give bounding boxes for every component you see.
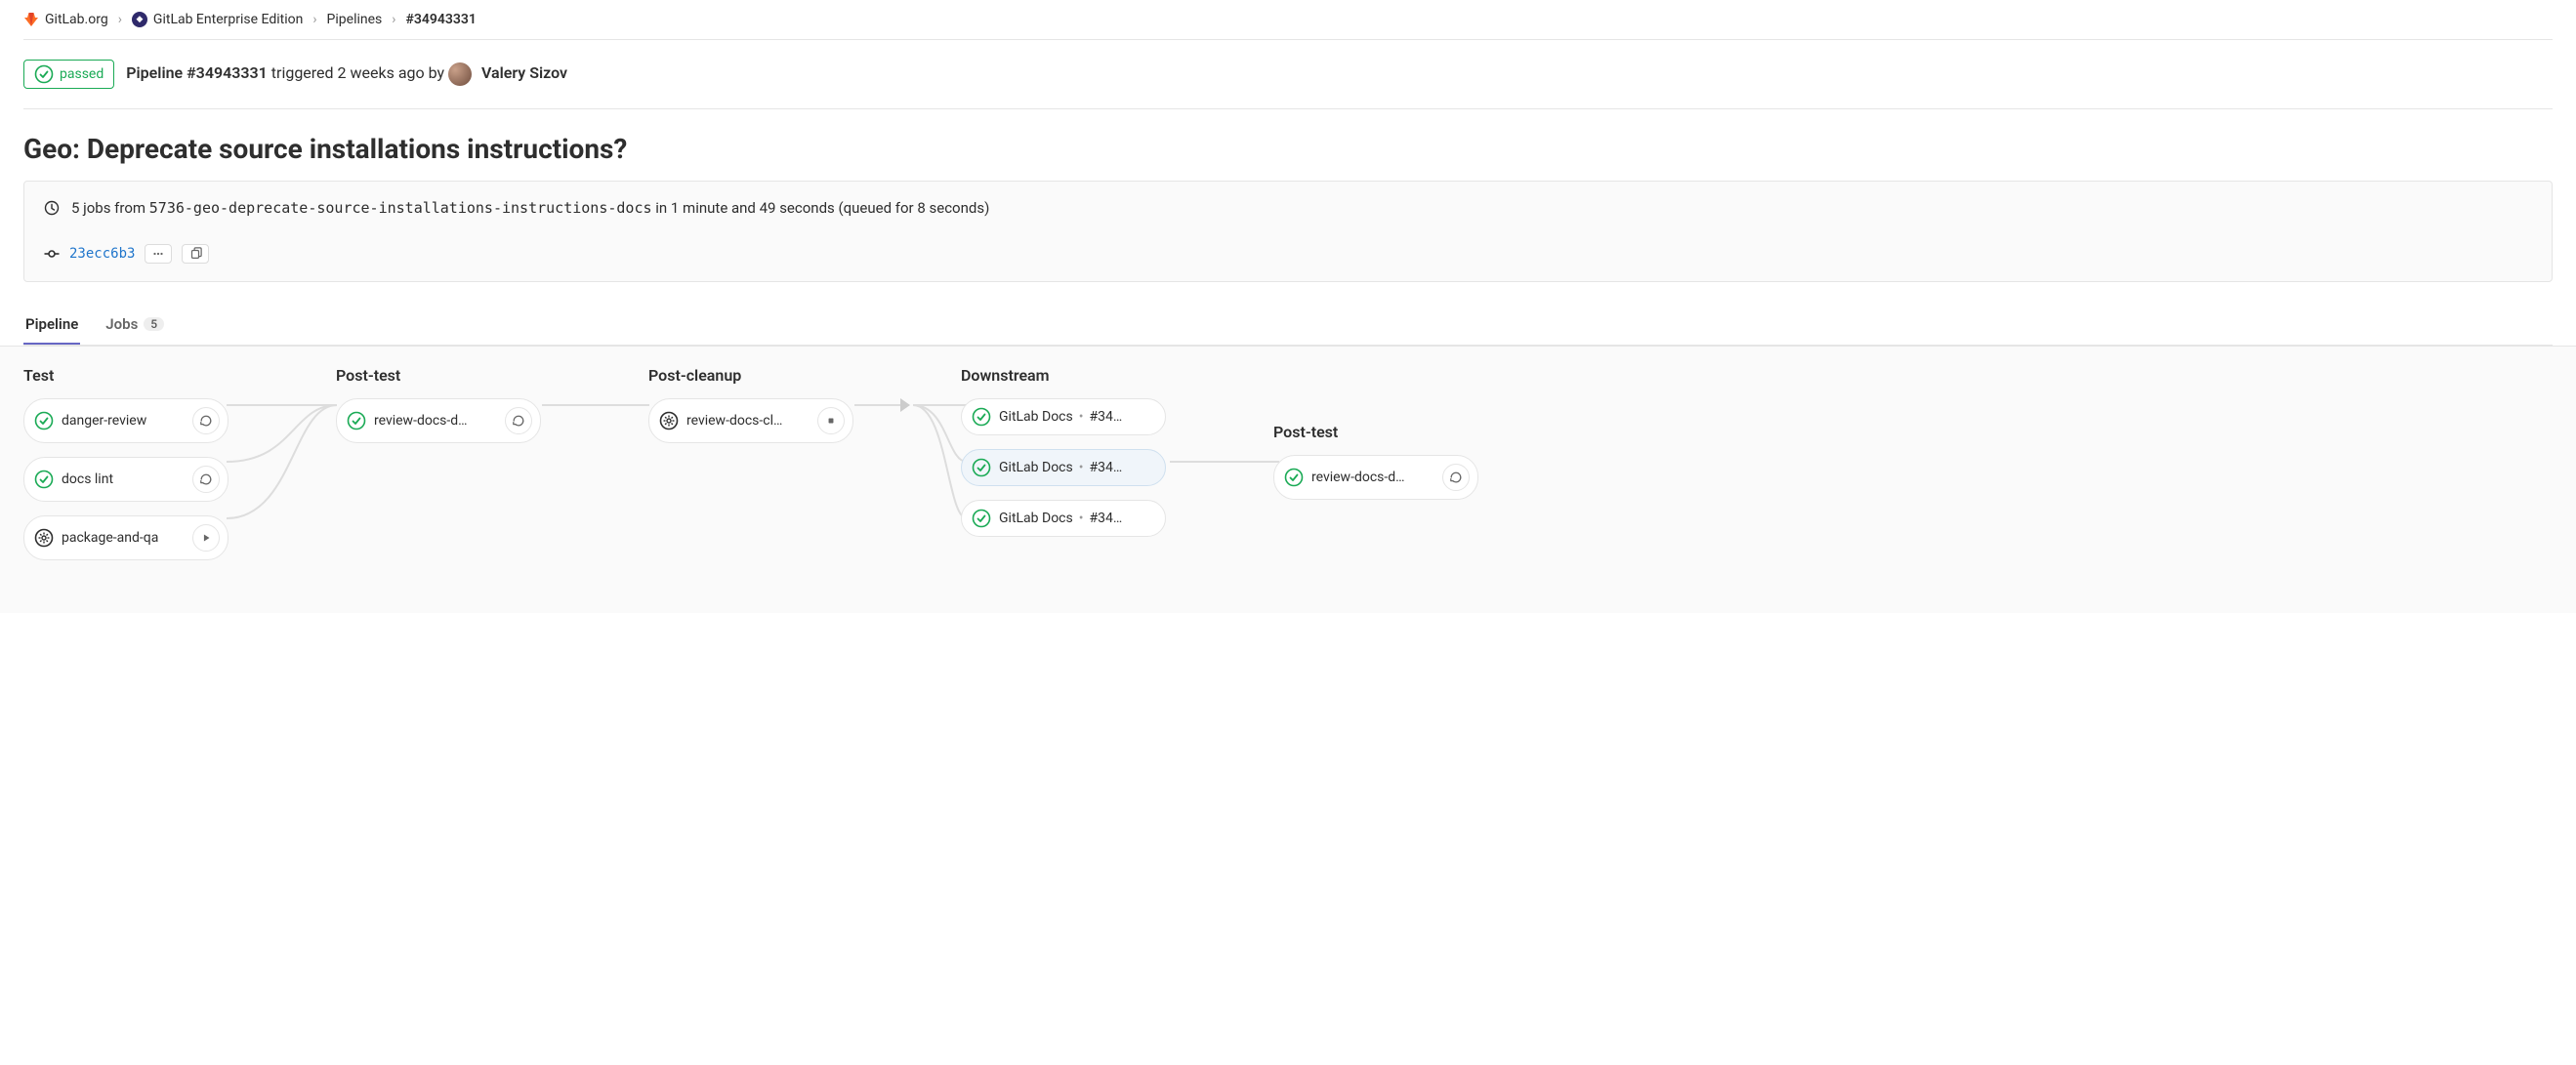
tab-pipeline-label: Pipeline [25, 315, 78, 333]
retry-icon [198, 413, 214, 429]
breadcrumb-section-label: Pipelines [327, 12, 383, 27]
downstream-ref: #34… [1089, 409, 1122, 425]
stop-icon [824, 414, 838, 428]
pipeline-info-box: 5 jobs from 5736-geo-deprecate-source-in… [23, 181, 2553, 282]
job-review-docs-deploy[interactable]: review-docs-d… [336, 398, 541, 443]
gitlab-logo-icon [23, 12, 39, 27]
retry-button[interactable] [192, 407, 220, 434]
tab-jobs-label: Jobs [105, 315, 138, 333]
tab-pipeline[interactable]: Pipeline [23, 306, 80, 345]
retry-button[interactable] [1442, 464, 1470, 491]
check-circle-icon [34, 64, 54, 84]
gear-circle-icon [34, 528, 54, 548]
breadcrumb-org-label: GitLab.org [45, 12, 108, 27]
commit-icon [44, 246, 60, 262]
commit-sha[interactable]: 23ecc6b3 [69, 246, 135, 262]
stage-post-test: Post-test review-docs-d… [336, 366, 541, 457]
job-name: danger-review [62, 413, 146, 429]
breadcrumb-project-label: GitLab Enterprise Edition [153, 12, 303, 27]
breadcrumb-pipelines[interactable]: Pipelines [327, 12, 383, 27]
stage-title: Downstream [961, 366, 1166, 385]
chevron-right-icon: › [118, 12, 122, 27]
tabs: Pipeline Jobs 5 [23, 306, 2553, 346]
check-circle-icon [1284, 468, 1304, 487]
downstream-name: GitLab Docs [999, 409, 1073, 425]
jobs-count-text: 5 jobs from [71, 199, 149, 217]
separator-dot: • [1079, 409, 1084, 425]
separator-dot: • [1079, 460, 1084, 475]
job-docs-lint[interactable]: docs lint [23, 457, 229, 502]
pipeline-title: Geo: Deprecate source installations inst… [23, 109, 2553, 181]
breadcrumb-current: #34943331 [405, 12, 476, 27]
breadcrumb-org[interactable]: GitLab.org [23, 12, 108, 27]
check-circle-icon [972, 458, 991, 477]
stage-downstream-post-test: Post-test review-docs-d… [1273, 423, 1478, 513]
stage-test: Test danger-review docs lint package-an [23, 366, 229, 574]
pipeline-graph: Test danger-review docs lint package-an [0, 346, 2576, 613]
commit-menu-button[interactable] [145, 244, 172, 264]
duration-text: in 1 minute and 49 seconds (queued for 8… [652, 199, 990, 217]
check-circle-icon [34, 470, 54, 489]
job-name: package-and-qa [62, 530, 158, 546]
breadcrumb-project[interactable]: ◆ GitLab Enterprise Edition [132, 12, 303, 27]
ellipsis-icon [151, 247, 165, 261]
pipeline-trigger-text: Pipeline #34943331 triggered 2 weeks ago… [126, 62, 567, 86]
job-review-docs-cleanup[interactable]: review-docs-cl… [648, 398, 853, 443]
commit-row: 23ecc6b3 [44, 244, 2532, 264]
tab-jobs[interactable]: Jobs 5 [104, 306, 166, 345]
status-label: passed [60, 66, 104, 82]
chevron-right-icon: › [312, 12, 316, 27]
stop-button[interactable] [817, 407, 845, 434]
clock-icon [44, 200, 60, 216]
check-circle-icon [34, 411, 54, 430]
retry-icon [1448, 470, 1464, 485]
job-package-and-qa[interactable]: package-and-qa [23, 515, 229, 560]
pipeline-header: passed Pipeline #34943331 triggered 2 we… [23, 40, 2553, 109]
job-danger-review[interactable]: danger-review [23, 398, 229, 443]
stage-title: Post-cleanup [648, 366, 853, 385]
separator-dot: • [1079, 511, 1084, 526]
copy-sha-button[interactable] [182, 244, 209, 264]
downstream-ref: #34… [1089, 460, 1122, 475]
downstream-pipeline-0[interactable]: GitLab Docs • #34… [961, 398, 1166, 435]
stage-post-cleanup: Post-cleanup review-docs-cl… [648, 366, 853, 457]
project-avatar-icon: ◆ [132, 12, 147, 27]
play-icon [199, 531, 213, 545]
stage-title: Post-test [336, 366, 541, 385]
chevron-right-icon: › [392, 12, 395, 27]
check-circle-icon [347, 411, 366, 430]
stage-title: Test [23, 366, 229, 385]
tab-jobs-count: 5 [144, 317, 164, 331]
job-review-docs-deploy-ds[interactable]: review-docs-d… [1273, 455, 1478, 500]
status-badge[interactable]: passed [23, 60, 114, 89]
check-circle-icon [972, 407, 991, 427]
retry-icon [198, 471, 214, 487]
jobs-summary: 5 jobs from 5736-geo-deprecate-source-in… [44, 199, 2532, 217]
stage-title: Post-test [1273, 423, 1478, 441]
stage-downstream: Downstream GitLab Docs • #34… GitLab Doc… [961, 366, 1166, 551]
avatar[interactable] [448, 62, 472, 86]
downstream-name: GitLab Docs [999, 460, 1073, 475]
job-name: review-docs-cl… [686, 413, 782, 429]
play-button[interactable] [192, 524, 220, 552]
downstream-ref: #34… [1089, 511, 1122, 526]
downstream-pipeline-2[interactable]: GitLab Docs • #34… [961, 500, 1166, 537]
copy-icon [188, 247, 202, 261]
pipeline-id: Pipeline #34943331 [126, 63, 268, 82]
downstream-pipeline-1[interactable]: GitLab Docs • #34… [961, 449, 1166, 486]
branch-name[interactable]: 5736-geo-deprecate-source-installations-… [149, 199, 652, 217]
breadcrumb: GitLab.org › ◆ GitLab Enterprise Edition… [23, 0, 2553, 40]
retry-button[interactable] [192, 466, 220, 493]
retry-button[interactable] [505, 407, 532, 434]
check-circle-icon [972, 509, 991, 528]
gear-circle-icon [659, 411, 679, 430]
job-name: review-docs-d… [1311, 470, 1405, 485]
trigger-phrase: triggered 2 weeks ago by [268, 63, 448, 82]
downstream-name: GitLab Docs [999, 511, 1073, 526]
retry-icon [511, 413, 526, 429]
job-name: review-docs-d… [374, 413, 468, 429]
author-name[interactable]: Valery Sizov [481, 63, 567, 82]
job-name: docs lint [62, 471, 113, 487]
